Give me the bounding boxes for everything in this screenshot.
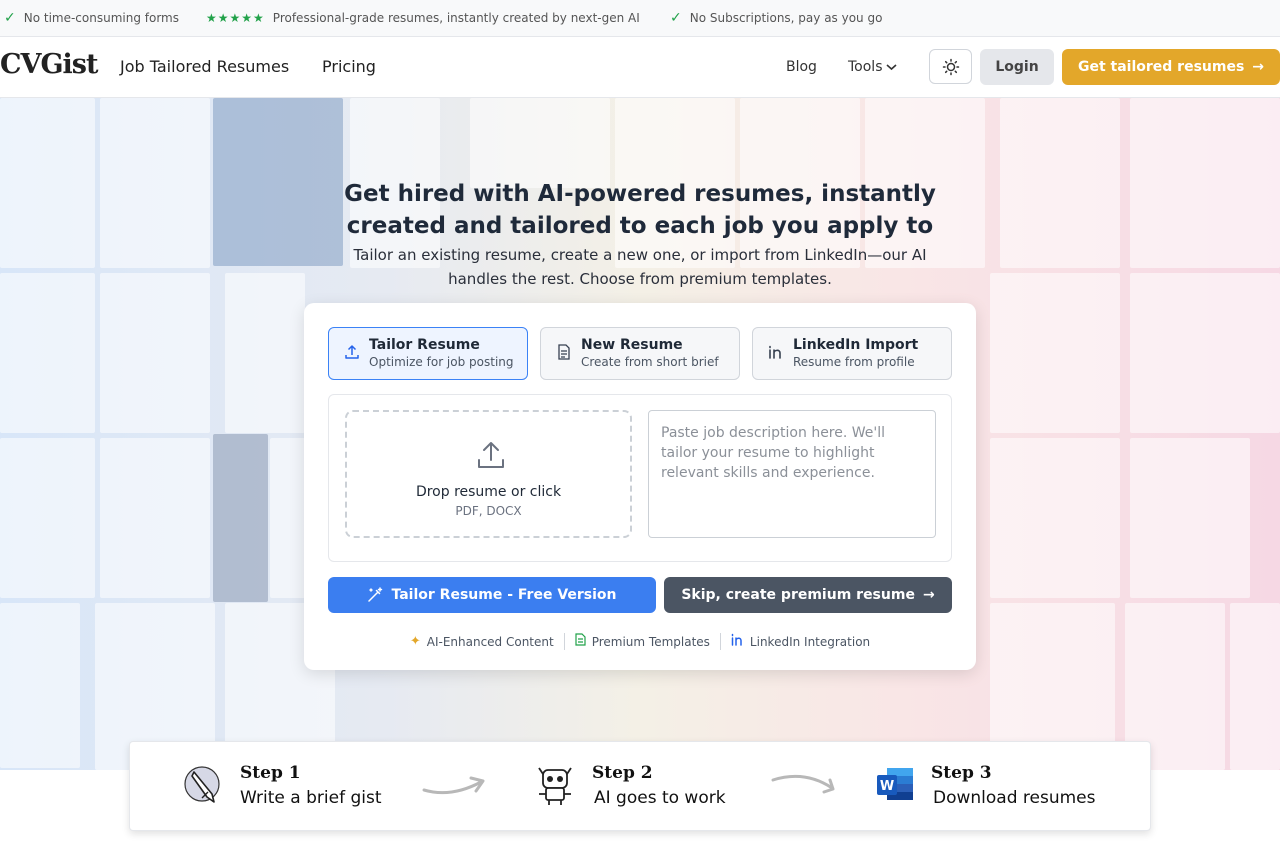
- login-button[interactable]: Login: [980, 49, 1054, 85]
- feature-linkedin-integration: LinkedIn Integration: [719, 633, 880, 650]
- pen-icon: [184, 766, 220, 803]
- sparkle-icon: ✦: [409, 634, 421, 649]
- upload-icon: [343, 344, 361, 364]
- feature-label: AI-Enhanced Content: [426, 634, 554, 649]
- document-icon: [575, 633, 586, 650]
- svg-text:W: W: [880, 779, 894, 794]
- tab-subtitle: Create from short brief: [581, 354, 719, 369]
- tailor-panel: Drop resume or click PDF, DOCX: [328, 394, 952, 562]
- magic-wand-icon: [368, 587, 383, 602]
- step-title: Step 2: [592, 763, 653, 783]
- curved-arrow-icon: [422, 776, 485, 795]
- theme-toggle-button[interactable]: [929, 49, 972, 84]
- tailor-button-label: Tailor Resume - Free Version: [391, 587, 617, 603]
- nav-tools-dropdown[interactable]: Tools: [848, 59, 897, 75]
- hero-title: Get hired with AI-powered resumes, insta…: [344, 181, 936, 239]
- nav-blog[interactable]: Blog: [786, 59, 817, 75]
- nav-tools-label: Tools: [848, 59, 883, 75]
- resume-builder-card: Tailor Resume Optimize for job posting N…: [304, 303, 976, 670]
- perk-label: No time-consuming forms: [23, 11, 180, 25]
- logo[interactable]: CVGist: [0, 49, 98, 80]
- step-description: Write a brief gist: [240, 788, 382, 808]
- resume-dropzone[interactable]: Drop resume or click PDF, DOCX: [345, 410, 632, 538]
- curved-arrow-icon: [771, 774, 835, 794]
- hero-section: Get hired with AI-powered resumes, insta…: [0, 98, 1280, 770]
- tab-linkedin-import[interactable]: LinkedIn Import Resume from profile: [752, 327, 952, 380]
- hero-subtitle: Tailor an existing resume, create a new …: [353, 246, 927, 288]
- tab-new-resume[interactable]: New Resume Create from short brief: [540, 327, 740, 380]
- dropzone-formats: PDF, DOCX: [455, 504, 522, 518]
- perk-no-forms: ✓ No time-consuming forms: [4, 10, 179, 26]
- step-title: Step 1: [240, 763, 301, 783]
- nav-job-tailored-resumes[interactable]: Job Tailored Resumes: [120, 57, 289, 76]
- chevron-down-icon: [885, 64, 897, 71]
- tab-title: New Resume: [581, 336, 683, 353]
- feature-ai-content: ✦ AI-Enhanced Content: [400, 634, 564, 649]
- benefits-bar: ✓ No time-consuming forms ★★★★★ Professi…: [0, 0, 1280, 37]
- cta-label: Get tailored resumes: [1077, 59, 1245, 75]
- tab-title: Tailor Resume: [369, 336, 480, 353]
- tab-title: LinkedIn Import: [793, 336, 919, 353]
- perk-no-subscriptions: ✓ No Subscriptions, pay as you go: [670, 10, 882, 26]
- linkedin-icon: [767, 344, 785, 364]
- features-row: ✦ AI-Enhanced Content Premium Templates …: [304, 633, 976, 650]
- tab-subtitle: Resume from profile: [793, 354, 915, 369]
- dropzone-title: Drop resume or click: [415, 484, 562, 500]
- rating-stars-icon: ★★★★★: [206, 11, 265, 25]
- get-tailored-resumes-button[interactable]: Get tailored resumes →: [1062, 49, 1280, 85]
- word-icon: W: [877, 768, 913, 800]
- arrow-right-icon: →: [922, 587, 935, 603]
- linkedin-icon: [731, 633, 744, 650]
- skip-create-premium-button[interactable]: Skip, create premium resume →: [664, 577, 952, 613]
- perk-professional: ★★★★★ Professional-grade resumes, instan…: [206, 11, 640, 25]
- step-description: AI goes to work: [594, 788, 726, 808]
- step-title: Step 3: [931, 763, 992, 783]
- perk-label: No Subscriptions, pay as you go: [689, 11, 883, 25]
- feature-label: Premium Templates: [591, 634, 710, 649]
- tab-subtitle: Optimize for job posting: [369, 354, 514, 369]
- tab-tailor-resume[interactable]: Tailor Resume Optimize for job posting: [328, 327, 528, 380]
- sun-icon: [942, 58, 959, 75]
- step-description: Download resumes: [933, 788, 1096, 808]
- tailor-resume-free-button[interactable]: Tailor Resume - Free Version: [328, 577, 656, 613]
- check-icon: ✓: [4, 10, 16, 26]
- robot-icon: [538, 767, 572, 805]
- arrow-right-icon: →: [1252, 59, 1265, 75]
- document-icon: [555, 343, 573, 364]
- job-description-input[interactable]: [648, 410, 936, 538]
- check-icon: ✓: [670, 10, 682, 26]
- skip-button-label: Skip, create premium resume: [681, 587, 915, 603]
- feature-premium-templates: Premium Templates: [563, 633, 720, 650]
- upload-icon: [478, 442, 504, 468]
- perk-label: Professional-grade resumes, instantly cr…: [272, 11, 640, 25]
- steps-strip: Step 1 Write a brief gist Step 2 AI goes…: [129, 741, 1151, 831]
- site-header: CVGist Job Tailored Resumes Pricing Blog…: [0, 37, 1280, 98]
- feature-label: LinkedIn Integration: [749, 634, 871, 649]
- nav-pricing[interactable]: Pricing: [322, 57, 376, 76]
